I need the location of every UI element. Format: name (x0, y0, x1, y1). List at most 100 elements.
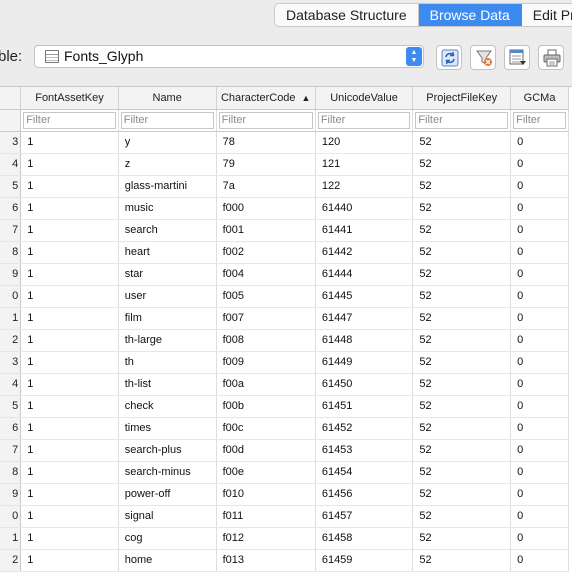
table-cell[interactable]: 122 (315, 175, 414, 198)
table-cell[interactable]: 61456 (315, 483, 414, 506)
table-cell[interactable]: 1 (20, 505, 119, 528)
column-header-unicodevalue[interactable]: UnicodeValue (315, 87, 414, 110)
table-cell[interactable]: 79 (216, 153, 316, 176)
table-row[interactable]: 6 1 music f000 61440 52 0 (0, 197, 569, 220)
table-cell[interactable]: 61452 (315, 417, 414, 440)
table-row[interactable]: 5 1 glass-martini 7a 122 52 0 (0, 175, 569, 198)
table-cell[interactable]: 52 (412, 263, 512, 286)
table-cell[interactable]: 61445 (315, 285, 414, 308)
table-row[interactable]: 6 1 times f00c 61452 52 0 (0, 417, 569, 440)
table-cell[interactable]: 61453 (315, 439, 414, 462)
table-cell[interactable]: 1 (20, 175, 119, 198)
table-selector[interactable]: Fonts_Glyph ▲ ▼ (34, 45, 424, 68)
table-cell[interactable]: 61444 (315, 263, 414, 286)
table-cell[interactable]: user (118, 285, 217, 308)
table-cell[interactable]: 0 (510, 329, 569, 352)
table-cell[interactable]: signal (118, 505, 217, 528)
table-cell[interactable]: 52 (412, 549, 512, 572)
table-cell[interactable]: 0 (510, 527, 569, 550)
table-cell[interactable]: power-off (118, 483, 217, 506)
table-cell[interactable]: 52 (412, 395, 512, 418)
table-cell[interactable]: 1 (20, 285, 119, 308)
table-cell[interactable]: heart (118, 241, 217, 264)
table-cell[interactable]: 0 (510, 175, 569, 198)
table-cell[interactable]: 1 (20, 219, 119, 242)
row-number[interactable]: 9 (0, 263, 22, 286)
table-cell[interactable]: 61447 (315, 307, 414, 330)
table-cell[interactable]: 0 (510, 439, 569, 462)
table-cell[interactable]: 0 (510, 131, 569, 154)
column-header-charactercode[interactable]: CharacterCode ▲ (216, 87, 316, 110)
table-cell[interactable]: 52 (412, 351, 512, 374)
table-cell[interactable]: 1 (20, 373, 119, 396)
table-cell[interactable]: 61449 (315, 351, 414, 374)
table-cell[interactable]: 0 (510, 373, 569, 396)
table-cell[interactable]: f008 (216, 329, 316, 352)
table-cell[interactable]: 61459 (315, 549, 414, 572)
table-cell[interactable]: 7a (216, 175, 316, 198)
table-cell[interactable]: 52 (412, 505, 512, 528)
table-row[interactable]: 8 1 heart f002 61442 52 0 (0, 241, 569, 264)
table-cell[interactable]: 78 (216, 131, 316, 154)
table-cell[interactable]: 52 (412, 483, 512, 506)
row-number[interactable]: 7 (0, 219, 22, 242)
table-row[interactable]: 9 1 power-off f010 61456 52 0 (0, 483, 569, 506)
column-header-fontassetkey[interactable]: FontAssetKey (20, 87, 119, 110)
table-cell[interactable]: 0 (510, 549, 569, 572)
table-cell[interactable]: 61441 (315, 219, 414, 242)
table-cell[interactable]: f005 (216, 285, 316, 308)
row-number[interactable]: 4 (0, 153, 22, 176)
table-cell[interactable]: 61458 (315, 527, 414, 550)
table-cell[interactable]: 1 (20, 395, 119, 418)
table-cell[interactable]: 0 (510, 197, 569, 220)
table-row[interactable]: 3 1 y 78 120 52 0 (0, 131, 569, 154)
table-row[interactable]: 7 1 search-plus f00d 61453 52 0 (0, 439, 569, 462)
table-cell[interactable]: th-list (118, 373, 217, 396)
chevron-updown-icon[interactable]: ▲ ▼ (406, 47, 422, 66)
table-cell[interactable]: 52 (412, 439, 512, 462)
table-cell[interactable]: 1 (20, 461, 119, 484)
table-cell[interactable]: f001 (216, 219, 316, 242)
row-number[interactable]: 1 (0, 307, 22, 330)
table-cell[interactable]: 52 (412, 219, 512, 242)
table-cell[interactable]: 0 (510, 241, 569, 264)
row-number[interactable]: 2 (0, 549, 22, 572)
table-cell[interactable]: search (118, 219, 217, 242)
table-cell[interactable]: 52 (412, 153, 512, 176)
table-cell[interactable]: 61451 (315, 395, 414, 418)
table-cell[interactable]: f004 (216, 263, 316, 286)
table-cell[interactable]: 0 (510, 351, 569, 374)
table-cell[interactable]: 1 (20, 153, 119, 176)
tab-edit-pragmas[interactable]: Edit Pra (522, 4, 572, 26)
table-cell[interactable]: 1 (20, 307, 119, 330)
table-cell[interactable]: f009 (216, 351, 316, 374)
table-cell[interactable]: th-large (118, 329, 217, 352)
table-cell[interactable]: 1 (20, 131, 119, 154)
table-cell[interactable]: 52 (412, 307, 512, 330)
filter-input-gcmap[interactable] (513, 111, 566, 129)
table-cell[interactable]: th (118, 351, 217, 374)
row-number[interactable]: 9 (0, 483, 22, 506)
row-number[interactable]: 2 (0, 329, 22, 352)
table-row[interactable]: 2 1 th-large f008 61448 52 0 (0, 329, 569, 352)
table-row[interactable]: 1 1 cog f012 61458 52 0 (0, 527, 569, 550)
table-cell[interactable]: 1 (20, 329, 119, 352)
column-header-name[interactable]: Name (118, 87, 217, 110)
row-number[interactable]: 3 (0, 351, 22, 374)
table-cell[interactable]: 52 (412, 241, 512, 264)
table-cell[interactable]: 52 (412, 461, 512, 484)
row-number[interactable]: 6 (0, 197, 22, 220)
table-cell[interactable]: cog (118, 527, 217, 550)
table-row[interactable]: 9 1 star f004 61444 52 0 (0, 263, 569, 286)
table-cell[interactable]: 0 (510, 505, 569, 528)
table-row[interactable]: 1 1 film f007 61447 52 0 (0, 307, 569, 330)
table-cell[interactable]: search-minus (118, 461, 217, 484)
print-button[interactable] (538, 45, 564, 70)
table-cell[interactable]: 61442 (315, 241, 414, 264)
column-header-projectfilekey[interactable]: ProjectFileKey (412, 87, 512, 110)
table-cell[interactable]: star (118, 263, 217, 286)
table-cell[interactable]: 61450 (315, 373, 414, 396)
table-cell[interactable]: 0 (510, 417, 569, 440)
table-cell[interactable]: f00d (216, 439, 316, 462)
row-number[interactable]: 3 (0, 131, 22, 154)
